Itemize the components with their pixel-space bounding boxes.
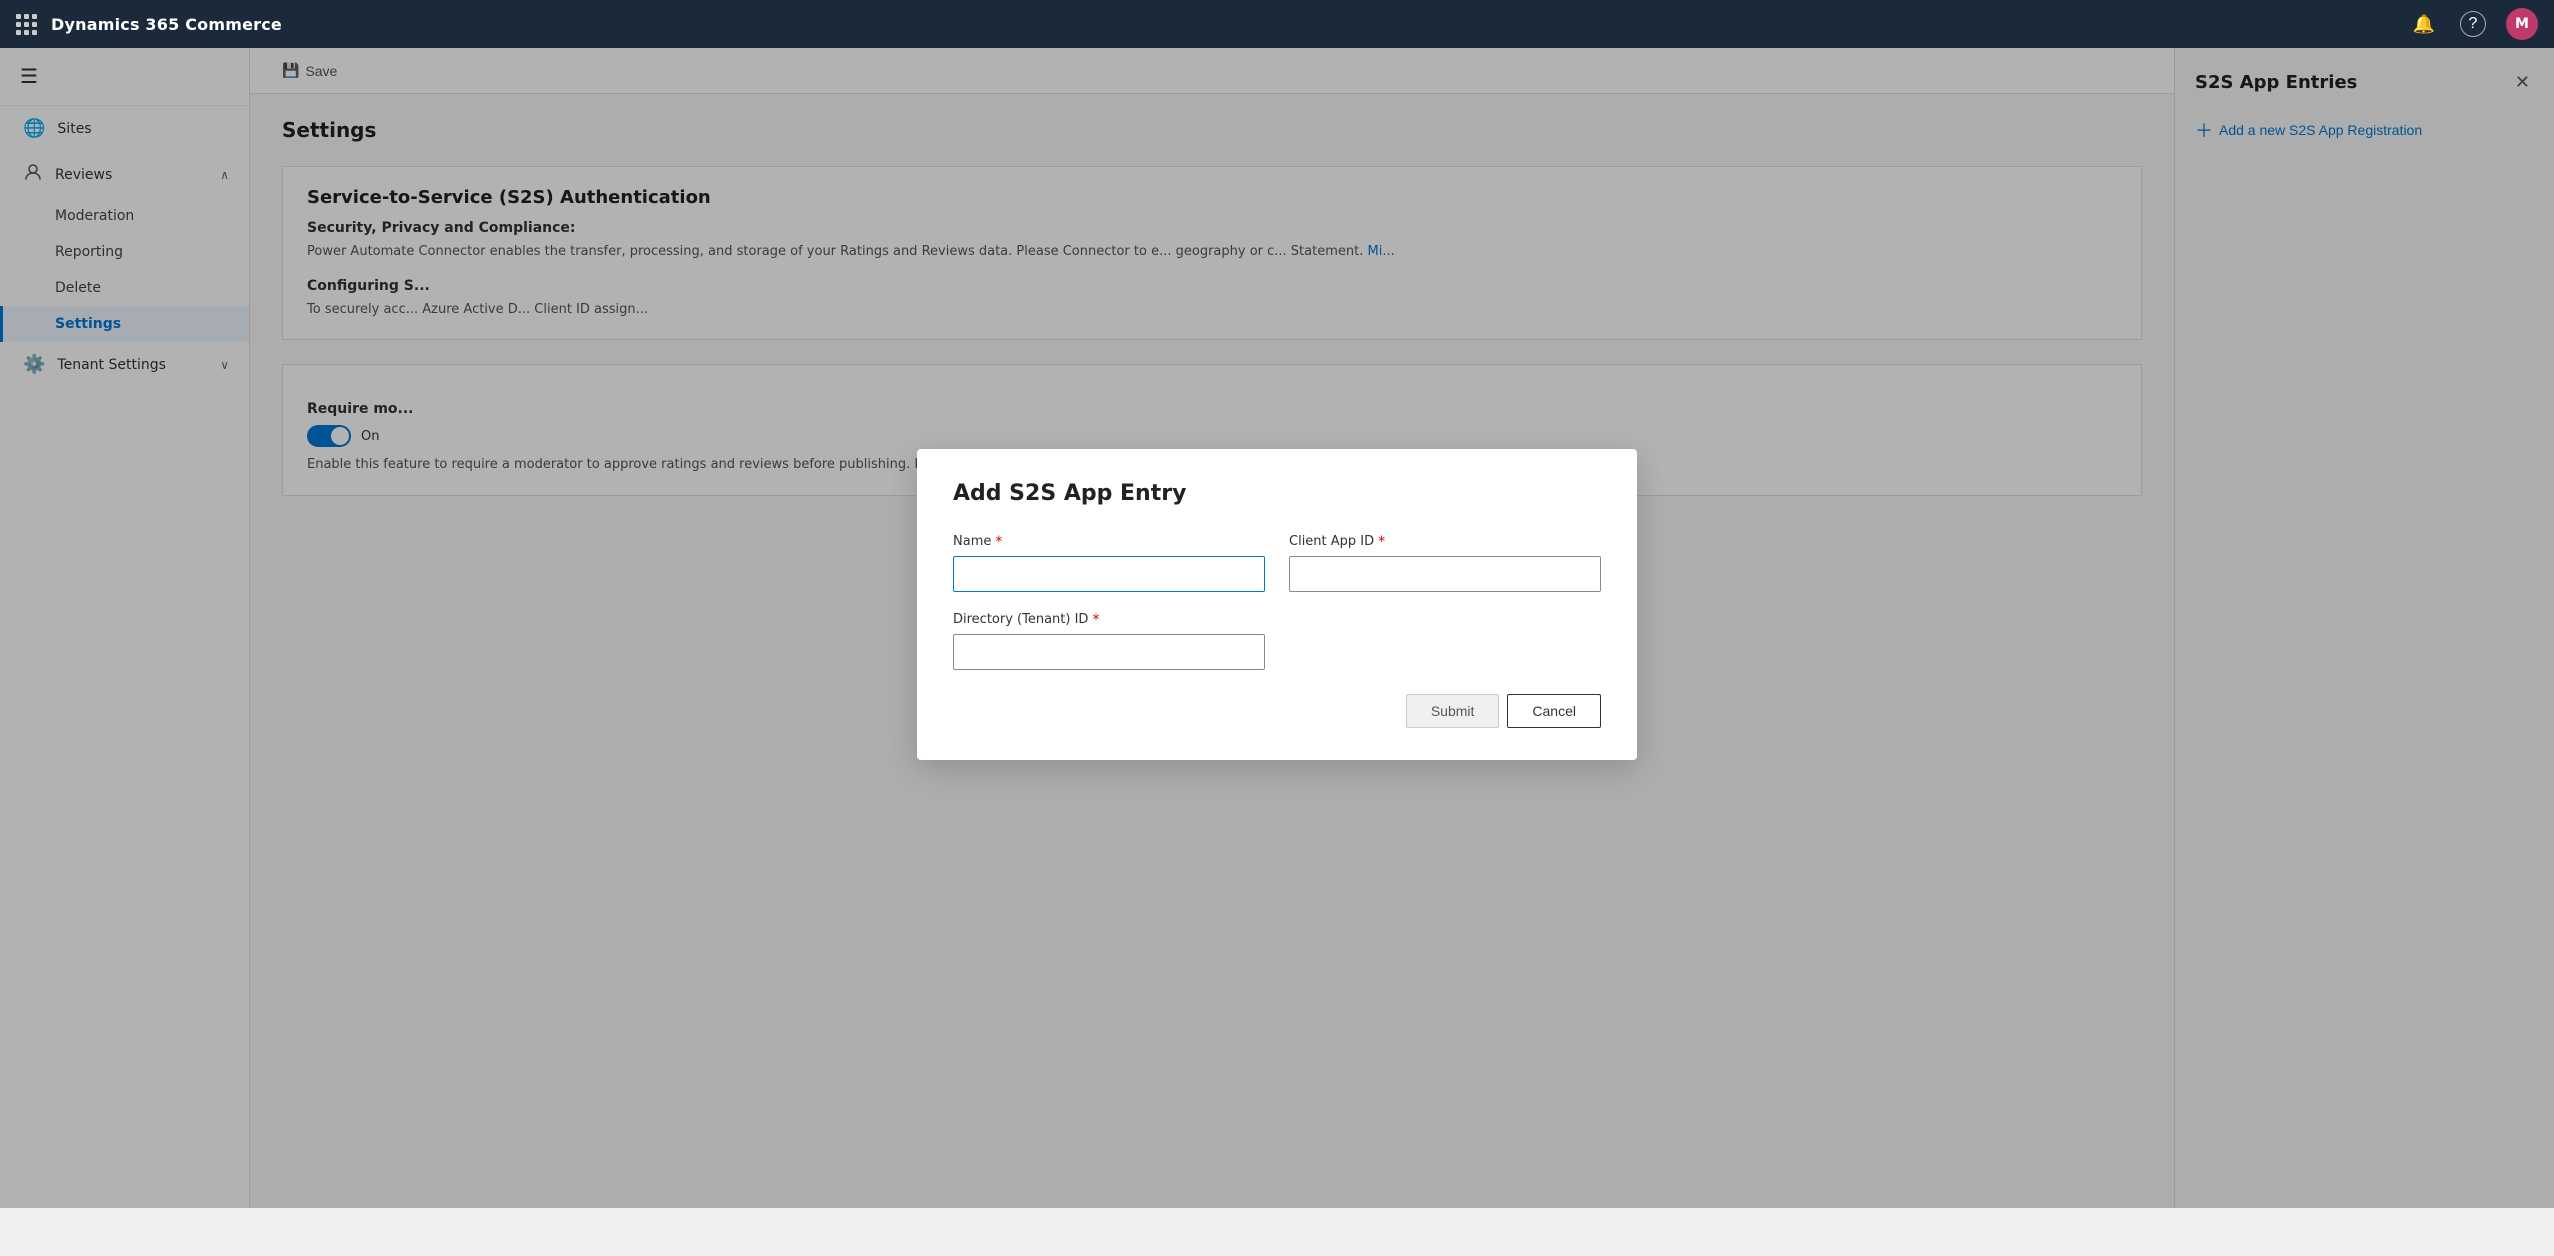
submit-button[interactable]: Submit bbox=[1406, 694, 1500, 728]
name-label: Name * bbox=[953, 534, 1265, 550]
client-app-id-label: Client App ID * bbox=[1289, 534, 1601, 550]
add-s2s-modal: Add S2S App Entry Name * Client App ID *… bbox=[917, 449, 1637, 760]
directory-tenant-id-input[interactable] bbox=[953, 634, 1265, 670]
directory-tenant-id-required-star: * bbox=[1092, 612, 1099, 628]
client-app-id-field-container: Client App ID * bbox=[1289, 534, 1601, 592]
top-nav: Dynamics 365 Commerce 🔔 ? M bbox=[0, 0, 2554, 48]
client-app-id-required-star: * bbox=[1378, 534, 1385, 550]
name-input[interactable] bbox=[953, 556, 1265, 592]
name-field-container: Name * bbox=[953, 534, 1265, 592]
notification-icon[interactable]: 🔔 bbox=[2408, 8, 2440, 40]
directory-tenant-id-field-container: Directory (Tenant) ID * bbox=[953, 612, 1277, 670]
modal-fields-row1: Name * Client App ID * bbox=[953, 534, 1601, 592]
avatar[interactable]: M bbox=[2506, 8, 2538, 40]
modal-overlay: Add S2S App Entry Name * Client App ID *… bbox=[0, 0, 2554, 1208]
client-app-id-input[interactable] bbox=[1289, 556, 1601, 592]
cancel-button[interactable]: Cancel bbox=[1507, 694, 1601, 728]
waffle-menu-icon[interactable] bbox=[16, 14, 37, 35]
modal-title: Add S2S App Entry bbox=[953, 481, 1601, 506]
name-required-star: * bbox=[995, 534, 1002, 550]
top-nav-icons: 🔔 ? M bbox=[2408, 8, 2538, 40]
help-icon[interactable]: ? bbox=[2460, 11, 2486, 37]
app-title: Dynamics 365 Commerce bbox=[51, 15, 2408, 34]
modal-actions: Submit Cancel bbox=[953, 694, 1601, 728]
directory-tenant-id-label: Directory (Tenant) ID * bbox=[953, 612, 1265, 628]
